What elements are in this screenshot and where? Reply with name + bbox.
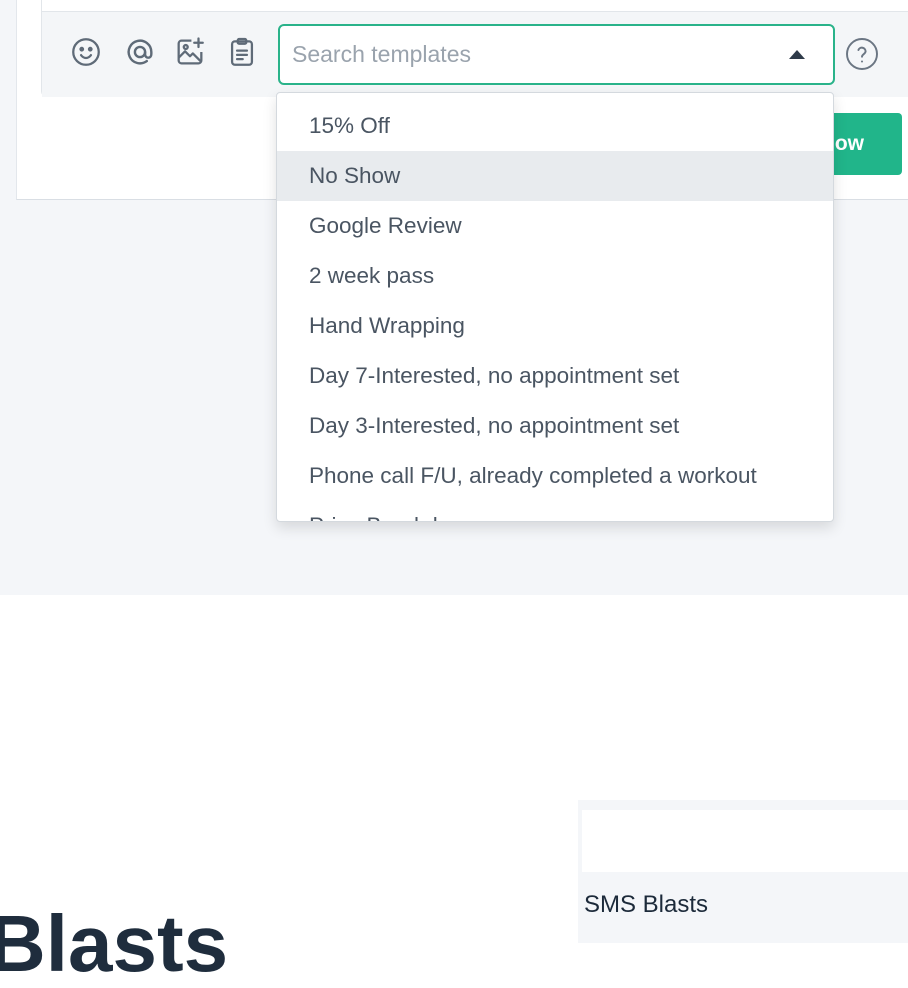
sidebar-search-box[interactable] [582,810,908,872]
caret-up-icon[interactable] [789,50,805,59]
sidebar-panel: SMS Blasts [578,800,908,943]
template-option[interactable]: Day 3-Interested, no appointment set [277,401,833,451]
primary-action-label: ow [834,132,864,155]
template-option[interactable]: Phone call F/U, already completed a work… [277,451,833,501]
composer-toolbar [42,11,908,97]
template-option[interactable]: Hand Wrapping [277,301,833,351]
at-sign-icon[interactable] [122,34,158,70]
template-option[interactable]: Day 7-Interested, no appointment set [277,351,833,401]
template-option[interactable]: Price Breakdown [277,501,833,521]
question-circle-icon[interactable] [844,36,880,72]
sidebar-item-sms-blasts[interactable]: SMS Blasts [584,891,708,919]
templates-dropdown: 15% Off No Show Google Review 2 week pas… [276,92,834,522]
message-editor[interactable] [41,0,908,97]
top-region: ow 15% Off No Show Google Review 2 week … [0,0,908,595]
page-title: Blasts [0,899,229,988]
template-option-highlighted[interactable]: No Show [277,151,833,201]
template-search[interactable] [278,24,835,85]
template-option[interactable]: 15% Off [277,101,833,151]
add-image-icon[interactable] [172,34,208,70]
template-search-input[interactable] [292,26,762,83]
smile-icon[interactable] [68,34,104,70]
clipboard-icon[interactable] [224,34,260,70]
template-option[interactable]: Google Review [277,201,833,251]
template-option[interactable]: 2 week pass [277,251,833,301]
